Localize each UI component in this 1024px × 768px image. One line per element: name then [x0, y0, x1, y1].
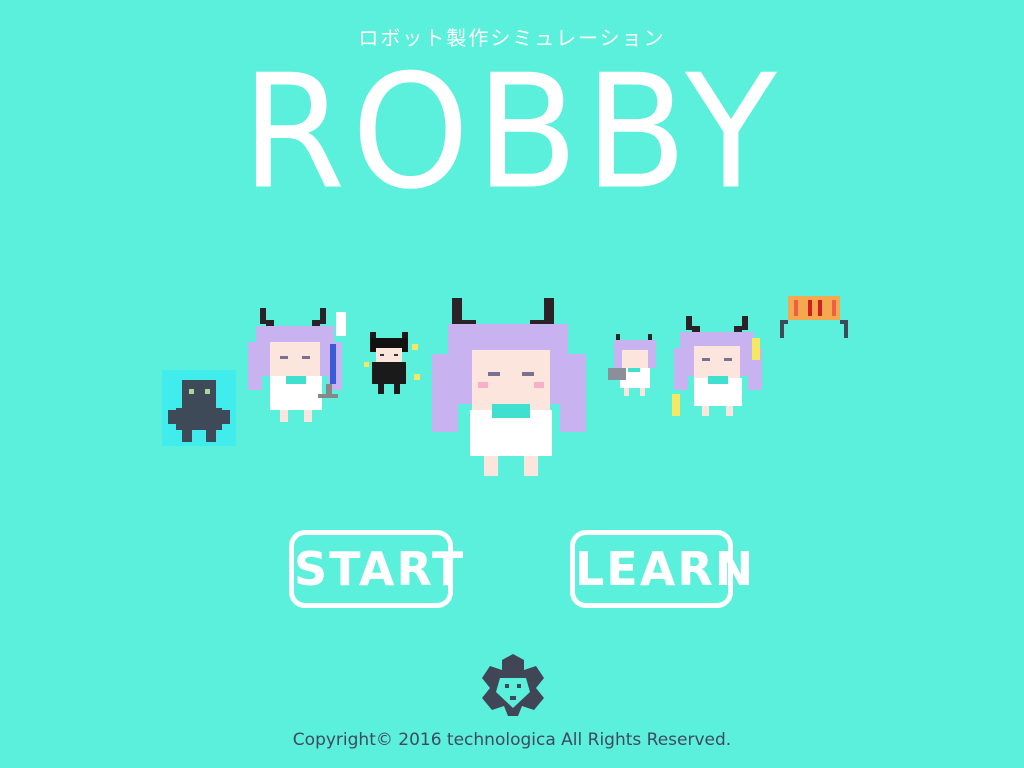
girl-lightning-icon	[672, 316, 762, 416]
technologica-logo-icon	[482, 654, 544, 716]
girl-main-icon	[432, 298, 586, 476]
robot-silhouette-icon	[162, 370, 236, 446]
bow-item-icon	[780, 296, 848, 338]
girl-laptop-icon	[608, 334, 656, 396]
start-button[interactable]: START	[289, 530, 463, 608]
learn-button[interactable]: LEARN	[570, 530, 753, 608]
game-title: ROBBY	[241, 41, 783, 225]
girl-wrench-icon	[248, 308, 346, 422]
copyright-text: Copyright© 2016 technologica All Rights …	[292, 730, 732, 750]
dark-girl-icon	[364, 332, 420, 394]
